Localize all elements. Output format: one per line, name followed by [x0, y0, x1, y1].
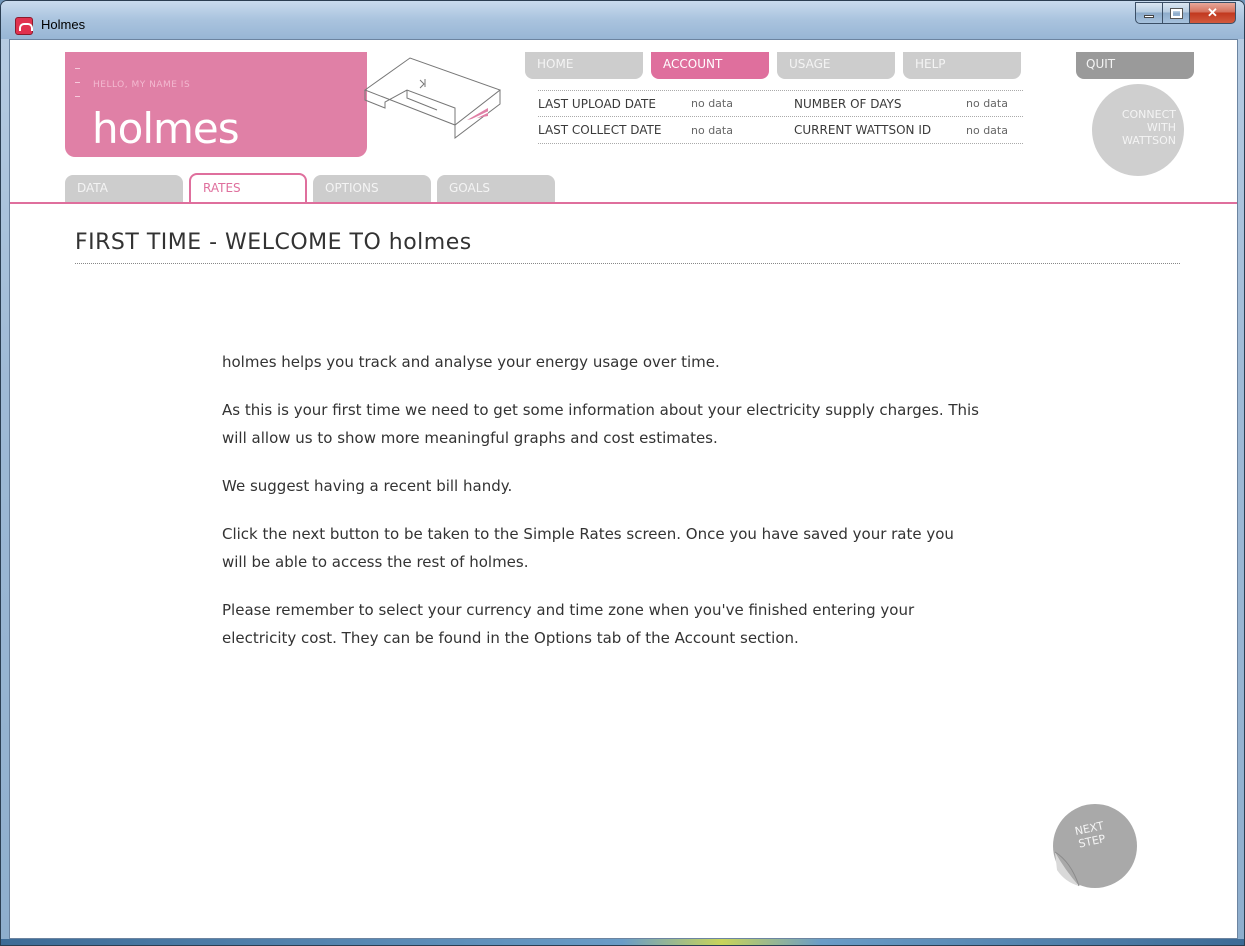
page-title: FIRST TIME - WELCOME TO holmes — [75, 230, 1180, 264]
brand-badge: HELLO, MY NAME IS holmes — [65, 52, 367, 157]
last-collect-label: LAST COLLECT DATE — [538, 123, 662, 137]
quit-button[interactable]: QUIT — [1076, 52, 1194, 79]
minimize-icon — [1144, 14, 1154, 18]
close-button[interactable]: ✕ — [1190, 2, 1236, 24]
brand-dash — [75, 68, 80, 69]
nav-help[interactable]: HELP — [903, 52, 1021, 79]
connect-label-line: WATTSON — [1121, 134, 1176, 147]
welcome-text: holmes helps you track and analyse your … — [222, 348, 982, 672]
last-upload-value: no data — [691, 97, 733, 110]
title-bar[interactable]: Holmes ✕ — [1, 1, 1244, 39]
brand-tagline: HELLO, MY NAME IS — [93, 80, 191, 90]
paragraph: Please remember to select your currency … — [222, 601, 915, 647]
app-content: HELLO, MY NAME IS holmes HOME ACCOUNT US… — [9, 39, 1238, 939]
wattson-id-label: CURRENT WATTSON ID — [794, 123, 932, 137]
info-row: LAST COLLECT DATE no data CURRENT WATTSO… — [538, 117, 1023, 144]
paragraph: Click the next button to be taken to the… — [222, 525, 954, 571]
last-collect-value: no data — [691, 123, 733, 137]
number-of-days-value: no data — [966, 97, 1008, 110]
nav-account[interactable]: ACCOUNT — [651, 52, 769, 79]
window-controls: ✕ — [1135, 2, 1236, 24]
wattson-id-value: no data — [966, 123, 1008, 137]
tab-rates[interactable]: RATES — [189, 173, 307, 203]
brand-dash — [75, 96, 80, 97]
window-title: Holmes — [41, 17, 86, 32]
info-row: LAST UPLOAD DATE no data NUMBER OF DAYS … — [538, 90, 1023, 117]
maximize-button[interactable] — [1163, 2, 1190, 24]
last-upload-label: LAST UPLOAD DATE — [538, 96, 656, 111]
maximize-icon — [1169, 7, 1183, 19]
window-bottom-edge — [1, 939, 1244, 945]
app-icon — [15, 17, 33, 35]
connect-label-line: CONNECT — [1121, 108, 1176, 121]
brand-dash — [75, 82, 80, 83]
nav-usage[interactable]: USAGE — [777, 52, 895, 79]
connect-wattson-button[interactable]: CONNECT WITH WATTSON — [1092, 84, 1184, 176]
tab-data[interactable]: DATA — [65, 175, 183, 203]
nav-home[interactable]: HOME — [525, 52, 643, 79]
header-divider — [10, 202, 1237, 204]
brand-name: holmes — [92, 104, 240, 153]
connect-label-line: WITH — [1146, 121, 1176, 134]
close-icon: ✕ — [1207, 5, 1218, 20]
paragraph: We suggest having a recent bill handy. — [222, 477, 513, 495]
status-info-panel: LAST UPLOAD DATE no data NUMBER OF DAYS … — [538, 90, 1023, 144]
tab-goals[interactable]: GOALS — [437, 175, 555, 203]
paragraph: As this is your first time we need to ge… — [222, 401, 980, 447]
tab-options[interactable]: OPTIONS — [313, 175, 431, 203]
paragraph: holmes helps you track and analyse your … — [222, 353, 720, 371]
number-of-days-label: NUMBER OF DAYS — [794, 96, 902, 111]
wattson-device-icon — [363, 57, 502, 140]
section-tabs: DATA RATES OPTIONS GOALS — [65, 173, 555, 203]
app-window: Holmes ✕ HELLO, MY NAME IS holmes HOME A… — [0, 0, 1245, 946]
minimize-button[interactable] — [1135, 2, 1163, 24]
top-navigation: HOME ACCOUNT USAGE HELP — [525, 52, 1021, 79]
